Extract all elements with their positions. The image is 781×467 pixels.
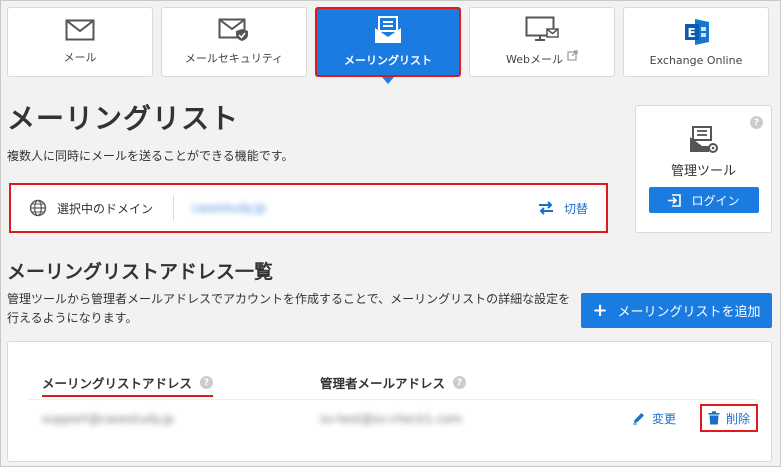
globe-icon [29,199,47,217]
webmail-icon [525,16,559,41]
external-link-icon [567,49,578,61]
edit-label: 変更 [651,411,676,426]
page-description: 複数人に同時にメールを送ることができる機能です。 [7,149,294,163]
divider [173,195,175,221]
login-button[interactable]: ログイン [648,187,759,213]
mail-icon [65,19,95,41]
mailing-list-address: support@casestudy.jp [42,412,174,426]
tab-mail[interactable]: メール [7,7,153,77]
manager-tool-icon [689,126,718,153]
tab-webmail[interactable]: Webメール [469,7,615,77]
service-tabs: メール メールセキュリティ メーリングリスト Webメール E Exchange… [7,7,773,84]
add-label: メーリングリストを追加 [617,305,761,320]
delete-label: 削除 [725,411,750,426]
header-label: 管理者メールアドレス [320,376,446,391]
login-icon [668,193,682,207]
table-row: support@casestudy.jp sv-test@sv-check1.c… [28,399,758,439]
domain-label: 選択中のドメイン [57,201,154,216]
pencil-icon [632,413,644,425]
tab-exchange-online[interactable]: E Exchange Online [623,7,769,77]
section-title: メーリングリストアドレス一覧 [7,261,274,283]
domain-selector: 選択中のドメイン casestudy.jp 切替 [9,183,608,233]
svg-text:E: E [688,26,696,40]
column-header-address: メーリングリストアドレス ? [42,373,214,397]
tab-mail-security[interactable]: メールセキュリティ [161,7,307,77]
trash-icon [708,411,720,425]
tab-mailing-list[interactable]: メーリングリスト [315,7,461,84]
delete-button[interactable]: 削除 [699,404,758,432]
tab-label: メールセキュリティ [184,52,284,65]
mail-security-icon [218,18,248,41]
add-mailing-list-button[interactable]: + メーリングリストを追加 [581,293,772,328]
admin-address: sv-test@sv-check1.com [320,412,462,426]
mailing-list-icon [375,16,401,43]
table-header: メーリングリストアドレス ? 管理者メールアドレス ? [38,369,753,397]
section-description: 管理ツールから管理者メールアドレスでアカウントを作成することで、メーリングリスト… [7,292,571,325]
switch-domain-button[interactable]: 切替 [538,200,588,217]
tab-label: メーリングリスト [344,54,432,67]
page-title: メーリングリスト [7,102,240,135]
manager-tool-card: ? 管理ツール ログイン [635,105,772,233]
manager-tool-title: 管理ツール [670,164,736,179]
help-icon[interactable]: ? [200,376,214,389]
tab-label: Exchange Online [649,53,743,67]
switch-label: 切替 [563,201,588,216]
mailing-list-table: メーリングリストアドレス ? 管理者メールアドレス ? support@case… [7,341,772,462]
tab-label: メール [63,51,97,64]
tab-label: Webメール [506,53,563,66]
column-header-admin: 管理者メールアドレス ? [320,373,467,392]
exchange-icon: E [685,18,709,45]
plus-icon: + [592,300,608,321]
help-icon[interactable]: ? [750,116,763,129]
edit-button[interactable]: 変更 [626,404,682,432]
row-actions: 変更 削除 [626,404,758,432]
tab-label-wrap: Webメール [506,49,578,69]
domain-value: casestudy.jp [192,201,266,215]
header-label: メーリングリストアドレス [42,376,193,391]
login-label: ログイン [691,193,740,208]
swap-icon [538,201,553,215]
help-icon[interactable]: ? [453,376,467,389]
